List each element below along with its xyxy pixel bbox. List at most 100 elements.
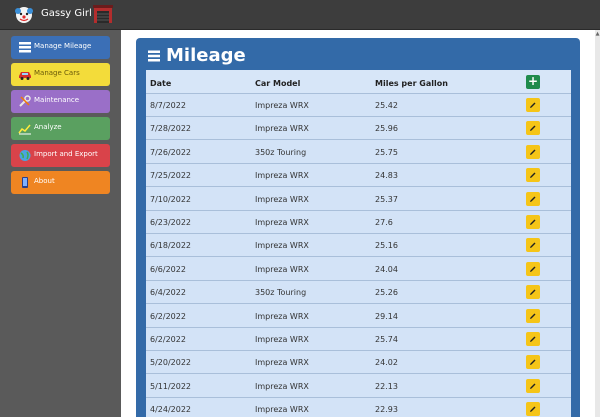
cell-car-model: Impreza WRX: [255, 311, 309, 321]
car-icon: [19, 72, 31, 80]
cell-date: 6/2/2022: [150, 311, 186, 321]
table-row: 5/20/2022 Impreza WRX 24.02: [146, 351, 571, 375]
scroll-up-arrow-icon[interactable]: ▲: [595, 32, 600, 37]
cell-car-model: 350z Touring: [255, 288, 307, 298]
edit-button[interactable]: [526, 378, 540, 393]
edit-button[interactable]: [526, 355, 540, 370]
cell-mpg: 25.74: [375, 335, 398, 344]
pencil-icon: [530, 219, 536, 225]
edit-button[interactable]: [526, 285, 540, 300]
edit-button[interactable]: [526, 238, 540, 253]
cell-mpg: 24.04: [375, 264, 398, 274]
cell-mpg: 25.16: [375, 241, 398, 251]
clown-face-icon[interactable]: [14, 5, 34, 25]
pencil-icon: [530, 266, 536, 272]
cell-date: 7/28/2022: [150, 124, 192, 134]
cell-car-model: Impreza WRX: [255, 405, 309, 415]
top-bar: Gassy Girl: [0, 0, 600, 30]
edit-button[interactable]: [526, 215, 540, 229]
cell-date: 4/24/2022: [150, 405, 192, 415]
table-row: 7/25/2022 Impreza WRX 24.83: [146, 164, 571, 188]
pencil-icon: [530, 383, 536, 389]
sidebar-item-manage-mileage[interactable]: Manage Mileage: [11, 36, 110, 59]
sidebar-item-import-export[interactable]: Import and Export: [11, 144, 110, 167]
cell-date: 7/25/2022: [150, 171, 192, 181]
pencil-icon: [530, 172, 536, 179]
cell-mpg: 29.14: [375, 311, 398, 321]
edit-button[interactable]: [526, 144, 540, 159]
cell-car-model: Impreza WRX: [255, 101, 309, 110]
cell-mpg: 25.26: [375, 288, 398, 298]
sidebar-item-manage-cars[interactable]: Manage Cars: [11, 63, 110, 86]
list-icon: [19, 42, 31, 53]
page-title: Mileage: [166, 45, 246, 66]
cell-date: 8/7/2022: [150, 101, 186, 110]
pencil-icon: [530, 242, 536, 249]
sidebar-item-label: Import and Export: [34, 150, 98, 158]
column-header-car-model[interactable]: Car Model: [255, 79, 300, 88]
pencil-icon: [530, 336, 536, 342]
table-row: 6/6/2022 Impreza WRX 24.04: [146, 257, 571, 281]
pencil-icon: [530, 289, 536, 296]
cell-mpg: 25.75: [375, 147, 398, 157]
column-header-date[interactable]: Date: [150, 79, 171, 88]
pencil-icon: [530, 406, 536, 413]
mileage-table: Date Car Model Miles per Gallon + 8/7/20…: [146, 70, 571, 417]
sidebar-item-label: About: [34, 177, 55, 185]
table-row: 6/18/2022 Impreza WRX 25.16: [146, 234, 571, 258]
cell-car-model: 350z Touring: [255, 147, 307, 157]
cell-car-model: Impreza WRX: [255, 264, 309, 274]
edit-button[interactable]: [526, 332, 540, 346]
edit-button[interactable]: [526, 402, 540, 417]
garage-icon[interactable]: [93, 5, 113, 24]
add-mileage-button[interactable]: +: [526, 75, 540, 89]
table-row: 6/2/2022 Impreza WRX 25.74: [146, 328, 571, 351]
sidebar-item-label: Maintenance: [34, 96, 80, 104]
cell-date: 6/23/2022: [150, 218, 192, 227]
pencil-icon: [530, 102, 536, 108]
globe-icon: [19, 150, 31, 161]
cell-car-model: Impreza WRX: [255, 241, 309, 251]
table-row: 7/26/2022 350z Touring 25.75: [146, 140, 571, 164]
cell-mpg: 25.96: [375, 124, 398, 134]
table-row: 7/28/2022 Impreza WRX 25.96: [146, 117, 571, 141]
pencil-icon: [530, 149, 536, 155]
edit-button[interactable]: [526, 191, 540, 206]
sidebar-item-maintenance[interactable]: Maintenance: [11, 90, 110, 113]
cell-car-model: Impreza WRX: [255, 381, 309, 391]
sidebar: Manage Mileage Manage Cars Maintenance A…: [0, 30, 121, 417]
vertical-scrollbar[interactable]: [595, 30, 600, 417]
pencil-icon: [530, 196, 536, 202]
edit-button[interactable]: [526, 121, 540, 136]
cell-date: 6/18/2022: [150, 241, 192, 251]
plus-icon: +: [527, 74, 539, 88]
sidebar-item-analyze[interactable]: Analyze: [11, 117, 110, 140]
edit-button[interactable]: [526, 168, 540, 183]
pencil-icon: [530, 313, 536, 319]
sidebar-item-about[interactable]: About: [11, 171, 110, 194]
cell-mpg: 25.37: [375, 194, 398, 204]
cell-car-model: Impreza WRX: [255, 358, 309, 368]
edit-button[interactable]: [526, 308, 540, 323]
table-row: 8/7/2022 Impreza WRX 25.42: [146, 94, 571, 117]
app-title: Gassy Girl: [41, 8, 92, 19]
edit-button[interactable]: [526, 98, 540, 112]
cell-date: 7/10/2022: [150, 194, 192, 204]
table-row: 5/11/2022 Impreza WRX 22.13: [146, 374, 571, 398]
table-header: Date Car Model Miles per Gallon +: [146, 70, 571, 94]
info-icon: [22, 177, 28, 188]
column-header-mpg[interactable]: Miles per Gallon: [375, 79, 448, 88]
table-row: 6/4/2022 350z Touring 25.26: [146, 281, 571, 305]
cell-car-model: Impreza WRX: [255, 335, 309, 344]
cell-date: 7/26/2022: [150, 147, 192, 157]
cell-car-model: Impreza WRX: [255, 171, 309, 181]
list-icon: [148, 50, 160, 62]
table-row: 4/24/2022 Impreza WRX 22.93: [146, 398, 571, 417]
sidebar-item-label: Manage Mileage: [34, 42, 92, 50]
wrench-icon: [19, 95, 31, 107]
cell-car-model: Impreza WRX: [255, 218, 309, 227]
edit-button[interactable]: [526, 261, 540, 276]
cell-car-model: Impreza WRX: [255, 194, 309, 204]
cell-car-model: Impreza WRX: [255, 124, 309, 134]
cell-mpg: 22.93: [375, 405, 398, 415]
